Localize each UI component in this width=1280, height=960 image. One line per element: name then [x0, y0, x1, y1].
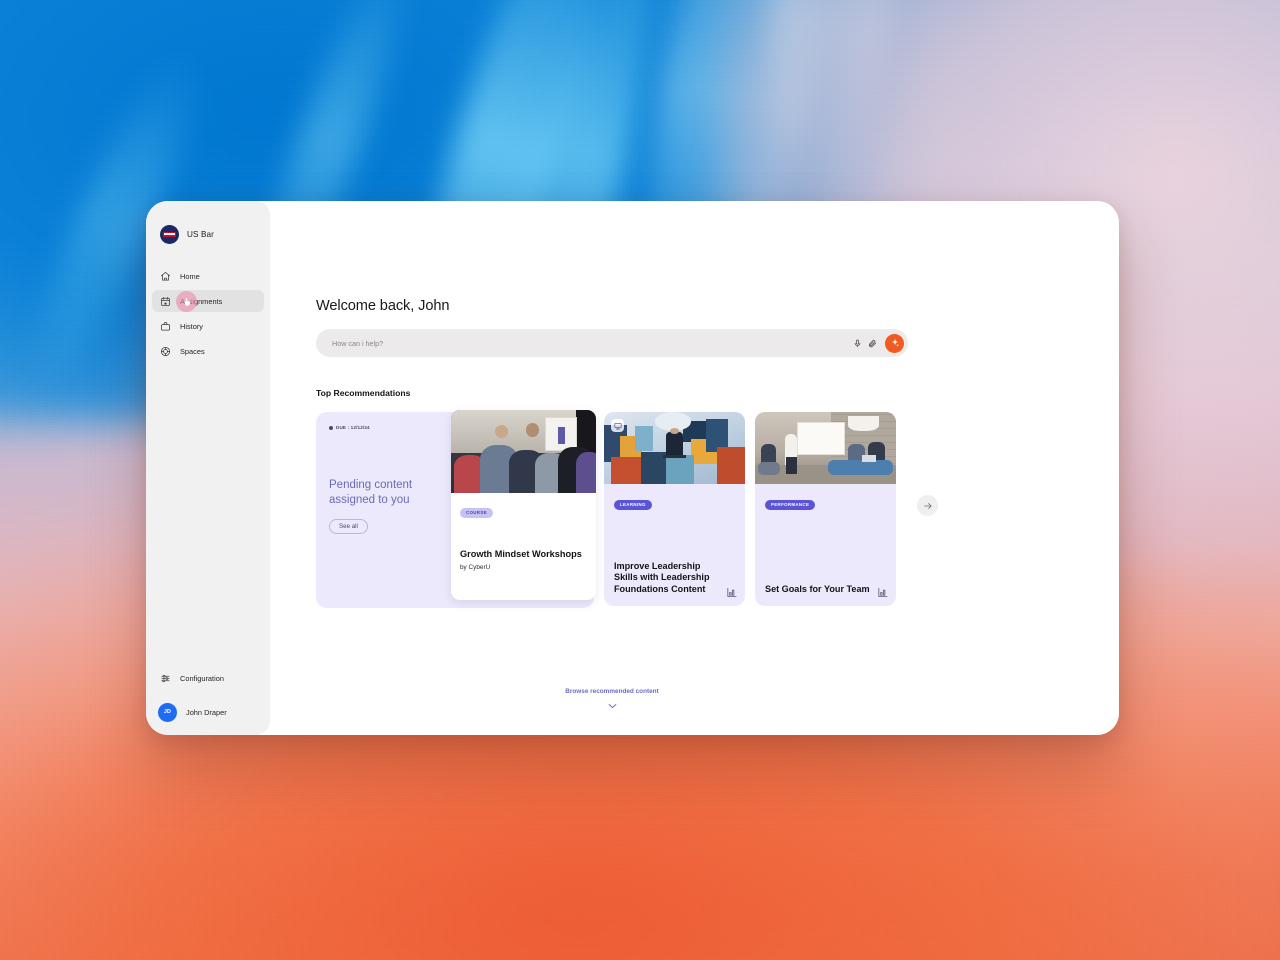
sidebar-item-assignments[interactable]: Assignments: [152, 290, 264, 312]
section-heading: Top Recommendations: [316, 388, 411, 398]
browse-recommended-content-link[interactable]: Browse recommended content: [316, 687, 908, 714]
course-card-title: Growth Mindset Workshops: [460, 549, 582, 559]
chevron-down-icon: [608, 703, 617, 709]
sidebar: US Bar Home Assignments History Spaces C…: [146, 201, 274, 735]
sidebar-bottom: Configuration JD John Draper: [146, 667, 270, 725]
user-profile[interactable]: JD John Draper: [152, 699, 264, 725]
microphone-icon[interactable]: [851, 337, 864, 350]
status-badge: LEARNING: [614, 499, 652, 510]
status-badge: PERFORMANCE: [765, 499, 816, 510]
status-badge: COURSE: [460, 507, 493, 518]
sidebar-item-label: Assignments: [180, 296, 223, 306]
sidebar-item-label: Home: [180, 271, 200, 281]
main-content: Welcome back, John Top Rec: [270, 201, 1119, 735]
us-bank-logo-icon: [160, 224, 179, 244]
sidebar-item-configuration[interactable]: Configuration: [152, 667, 264, 689]
recommendation-card-title: Improve Leadership Skills with Leadershi…: [614, 560, 710, 595]
sidebar-item-label: History: [180, 321, 203, 331]
search-bar[interactable]: [316, 329, 908, 357]
calendar-star-icon: [160, 296, 171, 307]
analytics-icon[interactable]: [877, 587, 888, 598]
sliders-icon: [160, 673, 171, 684]
analytics-icon[interactable]: [726, 587, 737, 598]
course-card-author: by CyberU: [460, 563, 491, 571]
recommendation-card[interactable]: PERFORMANCE Set Goals for Your Team: [755, 412, 896, 606]
search-input[interactable]: [332, 338, 849, 348]
user-name: John Draper: [186, 707, 227, 717]
recommendation-card[interactable]: LEARNING Improve Leadership Skills with …: [604, 412, 745, 606]
next-arrow-button[interactable]: [917, 495, 938, 516]
pending-card-title: Pending content assigned to you: [329, 479, 413, 506]
recommendation-card-body: PERFORMANCE: [755, 484, 896, 511]
due-dot-icon: [329, 425, 333, 430]
spaces-icon: [160, 346, 171, 357]
brand[interactable]: US Bar: [146, 215, 270, 249]
sidebar-item-history[interactable]: History: [152, 315, 264, 337]
content-type-icon: [611, 419, 624, 432]
app-window: US Bar Home Assignments History Spaces C…: [146, 201, 1119, 735]
pending-content-card[interactable]: DUE : 12/12/24 Pending content assigned …: [316, 410, 596, 608]
due-text: DUE : 12/12/24: [336, 425, 370, 430]
avatar: JD: [158, 702, 177, 722]
course-card-image: [451, 410, 596, 493]
sidebar-item-label: Spaces: [180, 346, 205, 356]
course-card[interactable]: COURSE Growth Mindset Workshops by Cyber…: [451, 410, 596, 600]
course-card-body: COURSE Growth Mindset Workshops by Cyber…: [451, 493, 596, 571]
recommendation-card-image: [755, 412, 896, 484]
page-title: Welcome back, John: [316, 298, 450, 314]
recommendation-card-title: Set Goals for Your Team: [765, 584, 870, 595]
home-icon: [160, 271, 171, 282]
brand-name: US Bar: [187, 229, 214, 239]
sidebar-item-home[interactable]: Home: [152, 265, 264, 287]
browse-link-label: Browse recommended content: [565, 687, 659, 695]
recommendation-card-image: [604, 412, 745, 484]
recommendation-card-body: LEARNING: [604, 484, 745, 511]
send-button[interactable]: [885, 333, 904, 353]
paperclip-icon[interactable]: [866, 337, 879, 350]
briefcase-icon: [160, 321, 171, 332]
see-all-button[interactable]: See all: [329, 519, 368, 535]
sidebar-item-spaces[interactable]: Spaces: [152, 340, 264, 362]
sidebar-nav: Home Assignments History Spaces: [146, 265, 270, 362]
recommendations-row: DUE : 12/12/24 Pending content assigned …: [316, 410, 1119, 608]
sidebar-item-label: Configuration: [180, 673, 224, 683]
